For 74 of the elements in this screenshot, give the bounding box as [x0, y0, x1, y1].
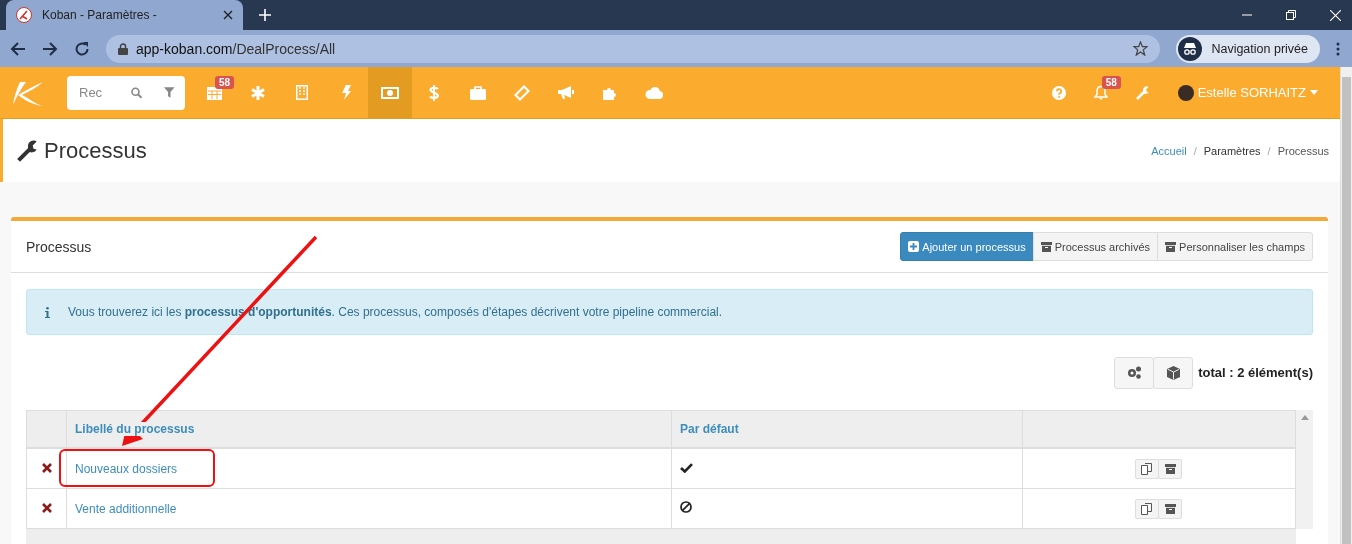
delete-icon[interactable]	[41, 462, 52, 473]
toolbar-button[interactable]: Personnaliser les champs	[1157, 232, 1313, 261]
archive-button[interactable]	[1158, 498, 1182, 519]
add-button[interactable]: Ajouter un processus	[900, 232, 1034, 261]
settings-button[interactable]	[1114, 356, 1155, 389]
megaphone-icon	[558, 85, 574, 100]
archive-button[interactable]	[1158, 458, 1182, 479]
back-icon[interactable]	[10, 40, 26, 57]
dollar-icon	[429, 84, 439, 101]
plus-icon	[908, 241, 920, 252]
breadcrumb-item[interactable]: Paramètres	[1203, 144, 1261, 157]
profile-button[interactable]: Navigation privée	[1176, 34, 1320, 63]
avatar	[1177, 84, 1194, 101]
scrollbar[interactable]	[1340, 67, 1352, 544]
restore-icon[interactable]	[1286, 10, 1296, 20]
count-badge: 58	[1101, 76, 1121, 89]
logo-icon	[16, 7, 32, 23]
archive-icon	[1165, 241, 1177, 252]
wrench-icon	[17, 139, 39, 162]
briefcase-icon	[470, 85, 486, 100]
reload-icon[interactable]	[74, 40, 90, 57]
info-icon	[45, 306, 50, 318]
asterisk-icon	[251, 85, 265, 100]
browser-tab[interactable]: Koban - Paramètres -	[6, 0, 243, 30]
breadcrumb-separator: /	[1267, 144, 1271, 157]
lock-icon	[118, 42, 128, 55]
incognito-icon	[1178, 36, 1203, 61]
new-tab-icon[interactable]	[259, 9, 271, 21]
nav-money-button[interactable]	[368, 67, 412, 118]
archive-icon	[1164, 503, 1176, 514]
money-icon	[381, 86, 399, 99]
close-icon[interactable]	[223, 10, 233, 20]
page-title: Processus	[44, 137, 147, 164]
copy-icon	[1141, 502, 1153, 515]
scroll-up-icon[interactable]	[1300, 415, 1309, 420]
duplicate-button[interactable]	[1135, 498, 1159, 519]
ticket-icon	[514, 84, 530, 101]
gears-icon	[1126, 366, 1142, 379]
star-icon[interactable]	[1133, 41, 1149, 56]
bolt-icon	[341, 85, 351, 100]
delete-icon[interactable]	[41, 502, 52, 513]
menu-icon[interactable]	[1336, 41, 1340, 56]
search-icon[interactable]	[131, 85, 143, 100]
info-message: Vous trouverez ici les processus d'opportunités. Ces processus, composés d'étapes décrivent votre pipeline commercial.	[68, 305, 723, 319]
filter-icon[interactable]	[164, 86, 175, 99]
toolbar-button[interactable]: Processus archivés	[1032, 232, 1159, 261]
archive-icon	[1040, 241, 1052, 252]
cube-button[interactable]	[1153, 356, 1194, 389]
breadcrumb-item: Processus	[1277, 144, 1329, 157]
scrollbar[interactable]	[1296, 410, 1313, 529]
url-text: app-koban.com/DealProcess/All	[136, 40, 337, 57]
calendar-icon	[206, 85, 222, 100]
panel-title: Processus	[26, 238, 92, 255]
forward-icon[interactable]	[42, 40, 58, 57]
cloud-icon	[645, 86, 663, 99]
total-count: total : 2 élément(s)	[1198, 365, 1313, 380]
tab-title: Koban - Paramètres -	[42, 8, 158, 22]
address-bar[interactable]: app-koban.com/DealProcess/All	[106, 34, 1161, 63]
puzzle-icon	[602, 85, 618, 100]
process-link[interactable]: Vente additionnelle	[75, 501, 177, 516]
column-header[interactable]: Par défaut	[671, 410, 1023, 448]
breadcrumb-link[interactable]: Accueil	[1151, 144, 1187, 157]
breadcrumb-separator: /	[1193, 144, 1197, 157]
cube-icon	[1166, 365, 1180, 380]
copy-icon	[1141, 462, 1153, 475]
building-icon	[296, 85, 308, 100]
caret-icon	[1310, 90, 1318, 95]
duplicate-button[interactable]	[1135, 458, 1159, 479]
count-badge: 58	[215, 76, 235, 89]
process-link[interactable]: Nouveaux dossiers	[75, 461, 178, 476]
nav-calendar-button[interactable]: 58	[192, 67, 236, 118]
column-header[interactable]: Libellé du processus	[75, 422, 195, 436]
bell-icon[interactable]	[1093, 85, 1108, 100]
archive-icon	[1164, 463, 1176, 474]
